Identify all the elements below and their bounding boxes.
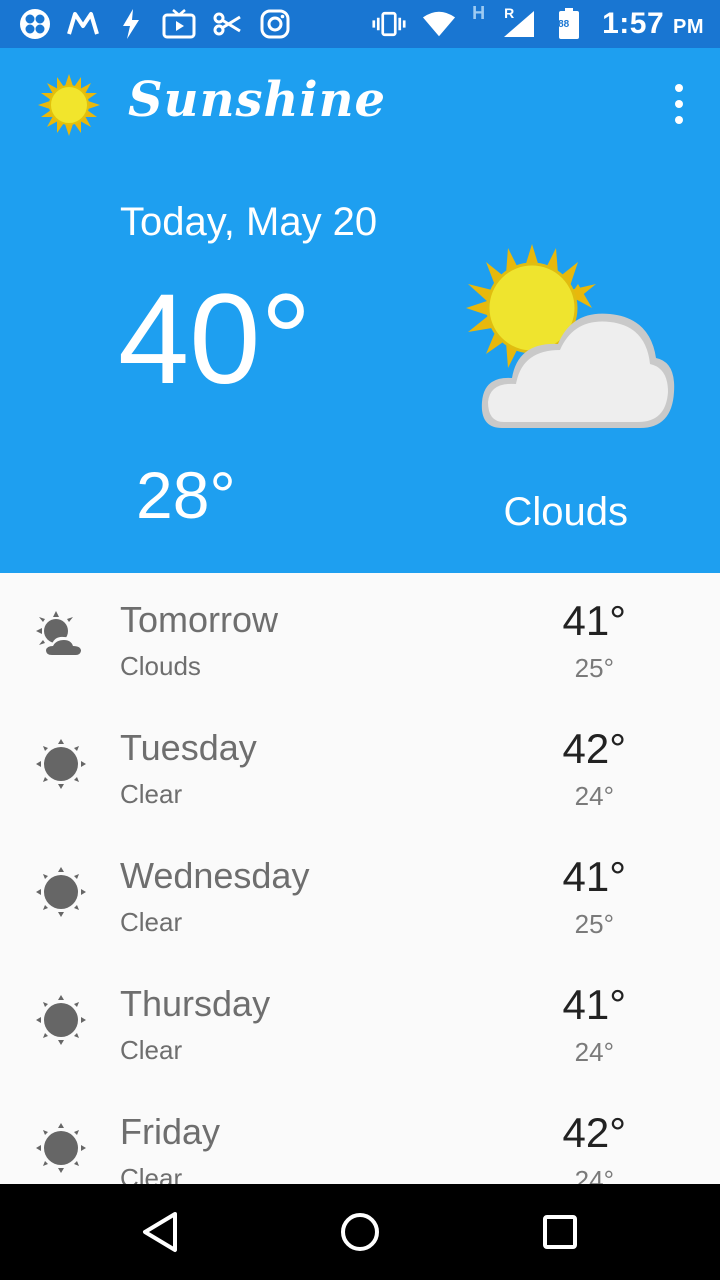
- clouds-icon: [34, 609, 88, 663]
- clear-icon: [34, 737, 88, 791]
- navigation-bar: [0, 1184, 720, 1280]
- instagram-icon: [258, 7, 292, 41]
- list-item[interactable]: Friday Clear 42° 24°: [0, 1085, 720, 1184]
- forecast-high: 41°: [562, 597, 626, 644]
- forecast-high: 42°: [562, 725, 626, 772]
- forecast-day: Tomorrow: [120, 599, 279, 640]
- forecast-high: 42°: [562, 1109, 626, 1156]
- list-item[interactable]: Tuesday Clear 42° 24°: [0, 701, 720, 829]
- dot-icon: [675, 100, 683, 108]
- forecast-condition: Clear: [120, 1035, 183, 1065]
- signal-icon: H R: [472, 3, 536, 41]
- dot-icon: [675, 84, 683, 92]
- forecast-low: 25°: [574, 653, 614, 683]
- forecast-day: Wednesday: [120, 855, 310, 896]
- forecast-condition: Clear: [120, 1163, 183, 1184]
- network-type-h: H: [472, 3, 486, 23]
- forecast-list[interactable]: Tomorrow Clouds 41° 25° Tuesday Clear 42…: [0, 573, 720, 1184]
- clear-icon: [34, 865, 88, 919]
- forecast-condition: Clouds: [120, 651, 201, 681]
- clock: 1:57 PM: [602, 7, 704, 41]
- forecast-condition: Clear: [120, 907, 183, 937]
- partly-cloudy-icon: [462, 244, 682, 434]
- bolt-icon: [114, 7, 148, 41]
- today-low-temp: 28°: [136, 458, 236, 532]
- list-item[interactable]: Wednesday Clear 41° 25°: [0, 829, 720, 957]
- forecast-day: Friday: [120, 1111, 221, 1152]
- forecast-low: 25°: [574, 909, 614, 939]
- clock-ampm: PM: [673, 16, 704, 38]
- forecast-low: 24°: [574, 1037, 614, 1067]
- list-item[interactable]: Thursday Clear 41° 24°: [0, 957, 720, 1085]
- forecast-day: Thursday: [120, 983, 271, 1024]
- clear-icon: [34, 993, 88, 1047]
- battery-icon: 88: [552, 7, 586, 41]
- forecast-day: Tuesday: [120, 727, 257, 768]
- back-icon[interactable]: [136, 1208, 184, 1256]
- app-title: Sunshine: [128, 72, 387, 128]
- forecast-condition: Clear: [120, 779, 183, 809]
- status-bar: H R 88 1:57 PM: [0, 0, 720, 48]
- m-logo-icon: [66, 7, 100, 41]
- clear-icon: [34, 1121, 88, 1175]
- clover-icon: [18, 7, 52, 41]
- recents-icon[interactable]: [536, 1208, 584, 1256]
- forecast-low: 24°: [574, 781, 614, 811]
- scissors-icon: [210, 7, 244, 41]
- home-icon[interactable]: [336, 1208, 384, 1256]
- today-high-temp: 40°: [118, 268, 312, 411]
- app-bar: Sunshine: [0, 48, 720, 158]
- today-card[interactable]: Today, May 20 40° 28° Clouds: [0, 158, 720, 573]
- today-description: Clouds: [503, 490, 628, 534]
- tv-icon: [162, 7, 196, 41]
- today-date: Today, May 20: [120, 200, 378, 244]
- sun-logo-icon: [36, 72, 102, 138]
- forecast-high: 41°: [562, 981, 626, 1028]
- vibrate-icon: [372, 7, 406, 41]
- wifi-icon: [422, 7, 456, 41]
- forecast-high: 41°: [562, 853, 626, 900]
- overflow-menu-button[interactable]: [664, 84, 694, 124]
- forecast-low: 24°: [574, 1165, 614, 1184]
- clock-time: 1:57: [602, 7, 665, 40]
- notification-icons: [18, 6, 292, 42]
- battery-level: 88: [558, 19, 570, 30]
- dot-icon: [675, 116, 683, 124]
- list-item[interactable]: Tomorrow Clouds 41° 25°: [0, 573, 720, 701]
- system-icons: H R 88 1:57 PM: [372, 3, 704, 42]
